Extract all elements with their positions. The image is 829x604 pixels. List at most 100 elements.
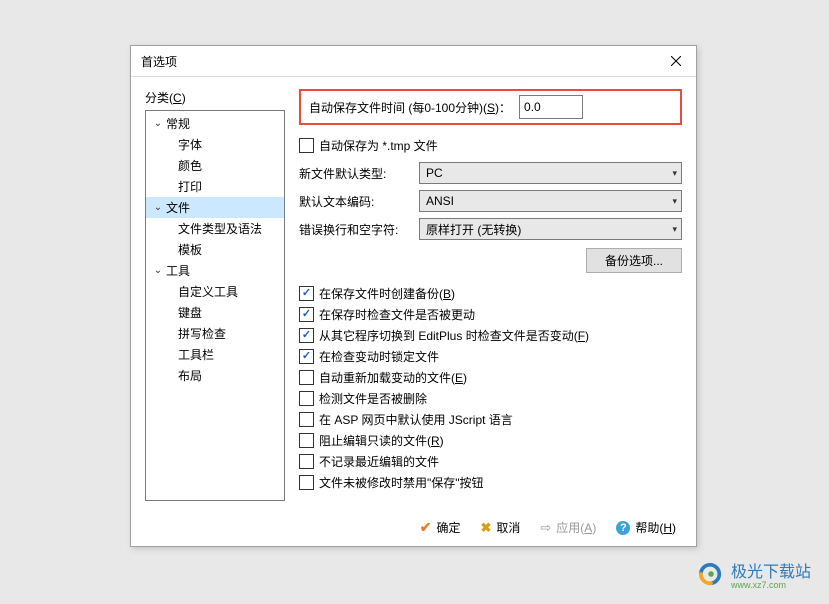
apply-button[interactable]: ⇨ 应用(A)	[540, 519, 596, 536]
wrap-select[interactable]: 原样打开 (无转换) ▾	[419, 218, 682, 240]
checkbox-label: 检测文件是否被删除	[319, 390, 427, 407]
chevron-down-icon: ▾	[672, 224, 677, 235]
chevron-down-icon[interactable]: ⌄	[152, 118, 164, 129]
tree-item-label: 模板	[178, 241, 202, 258]
checkbox-row[interactable]: 不记录最近编辑的文件	[299, 451, 682, 472]
checkbox-icon[interactable]	[299, 433, 314, 448]
tree-item[interactable]: 打印	[146, 176, 284, 197]
close-icon	[671, 56, 681, 66]
tree-item[interactable]: ⌄工具	[146, 260, 284, 281]
autosave-highlight: 自动保存文件时间 (每0-100分钟)(S)：	[299, 89, 682, 125]
tree-item[interactable]: 拼写检查	[146, 323, 284, 344]
backup-row: 备份选项...	[299, 248, 682, 273]
tree-item-label: 拼写检查	[178, 325, 226, 342]
new-file-type-row: 新文件默认类型: PC ▾	[299, 162, 682, 184]
tree-item-label: 颜色	[178, 157, 202, 174]
checkbox-icon[interactable]	[299, 138, 314, 153]
checkbox-icon[interactable]	[299, 370, 314, 385]
x-icon: ✖	[480, 520, 491, 536]
checkbox-row[interactable]: 在保存文件时创建备份(B)	[299, 283, 682, 304]
tree-item-label: 文件类型及语法	[178, 220, 262, 237]
default-encoding-label: 默认文本编码:	[299, 193, 411, 210]
checkbox-icon[interactable]	[299, 286, 314, 301]
checkbox-row[interactable]: 从其它程序切换到 EditPlus 时检查文件是否变动(F)	[299, 325, 682, 346]
checkbox-icon[interactable]	[299, 307, 314, 322]
chevron-down-icon: ▾	[672, 196, 677, 207]
backup-options-button[interactable]: 备份选项...	[586, 248, 682, 273]
autosave-tmp-label: 自动保存为 *.tmp 文件	[319, 137, 438, 154]
checkbox-label: 在保存文件时创建备份(B)	[319, 285, 455, 302]
checkbox-row[interactable]: 文件未被修改时禁用"保存"按钮	[299, 472, 682, 493]
tree-item-label: 打印	[178, 178, 202, 195]
question-icon: ?	[616, 521, 630, 535]
help-button[interactable]: ? 帮助(H)	[616, 519, 676, 536]
default-encoding-row: 默认文本编码: ANSI ▾	[299, 190, 682, 212]
tree-item[interactable]: 工具栏	[146, 344, 284, 365]
close-button[interactable]	[656, 46, 696, 76]
tree-item[interactable]: 键盘	[146, 302, 284, 323]
watermark-logo-icon	[697, 562, 725, 586]
arrow-icon: ⇨	[540, 520, 551, 536]
tree-item-label: 键盘	[178, 304, 202, 321]
checkbox-label: 从其它程序切换到 EditPlus 时检查文件是否变动(F)	[319, 327, 589, 344]
checkbox-label: 不记录最近编辑的文件	[319, 453, 439, 470]
tree-item[interactable]: 颜色	[146, 155, 284, 176]
checkbox-label: 在 ASP 网页中默认使用 JScript 语言	[319, 411, 513, 428]
checkbox-icon[interactable]	[299, 475, 314, 490]
preferences-dialog: 首选项 分类(C) ⌄常规字体颜色打印⌄文件文件类型及语法模板⌄工具自定义工具键…	[130, 45, 697, 547]
wrap-label: 错误换行和空字符:	[299, 221, 411, 238]
tree-item[interactable]: ⌄常规	[146, 113, 284, 134]
checkbox-icon[interactable]	[299, 412, 314, 427]
checkbox-row[interactable]: 在保存时检查文件是否被更动	[299, 304, 682, 325]
button-bar: ✔ 确定 ✖ 取消 ⇨ 应用(A) ? 帮助(H)	[131, 509, 696, 546]
watermark-text: 极光下载站	[731, 564, 811, 581]
checkbox-row[interactable]: 在检查变动时锁定文件	[299, 346, 682, 367]
checkbox-icon[interactable]	[299, 454, 314, 469]
autosave-label: 自动保存文件时间 (每0-100分钟)(S)：	[309, 99, 511, 116]
check-icon: ✔	[420, 519, 432, 536]
tree-item-label: 常规	[166, 115, 190, 132]
default-encoding-select[interactable]: ANSI ▾	[419, 190, 682, 212]
chevron-down-icon[interactable]: ⌄	[152, 265, 164, 276]
chevron-down-icon: ▾	[672, 168, 677, 179]
checkbox-label: 在保存时检查文件是否被更动	[319, 306, 475, 323]
tree-item-label: 字体	[178, 136, 202, 153]
titlebar: 首选项	[131, 46, 696, 77]
checkbox-row[interactable]: 在 ASP 网页中默认使用 JScript 语言	[299, 409, 682, 430]
tree-item[interactable]: 自定义工具	[146, 281, 284, 302]
tree-item-label: 自定义工具	[178, 283, 238, 300]
cancel-button[interactable]: ✖ 取消	[480, 519, 520, 536]
checkbox-label: 在检查变动时锁定文件	[319, 348, 439, 365]
dialog-title: 首选项	[141, 53, 177, 70]
checkbox-list: 在保存文件时创建备份(B) 在保存时检查文件是否被更动从其它程序切换到 EditP…	[299, 283, 682, 493]
content-panel: 自动保存文件时间 (每0-100分钟)(S)： 自动保存为 *.tmp 文件 新…	[299, 89, 682, 501]
autosave-input[interactable]	[519, 95, 583, 119]
tree-item[interactable]: 模板	[146, 239, 284, 260]
sidebar-label: 分类(C)	[145, 89, 285, 106]
watermark: 极光下载站 www.xz7.com	[697, 558, 811, 590]
autosave-tmp-row[interactable]: 自动保存为 *.tmp 文件	[299, 135, 682, 156]
checkbox-icon[interactable]	[299, 349, 314, 364]
dialog-body: 分类(C) ⌄常规字体颜色打印⌄文件文件类型及语法模板⌄工具自定义工具键盘拼写检…	[131, 77, 696, 509]
checkbox-icon[interactable]	[299, 328, 314, 343]
tree-item-label: 工具	[166, 262, 190, 279]
checkbox-row[interactable]: 自动重新加载变动的文件(E)	[299, 367, 682, 388]
tree-item[interactable]: ⌄文件	[146, 197, 284, 218]
tree-item[interactable]: 文件类型及语法	[146, 218, 284, 239]
new-file-type-label: 新文件默认类型:	[299, 165, 411, 182]
watermark-sub: www.xz7.com	[731, 580, 811, 590]
tree-item[interactable]: 布局	[146, 365, 284, 386]
tree-item[interactable]: 字体	[146, 134, 284, 155]
checkbox-label: 文件未被修改时禁用"保存"按钮	[319, 474, 484, 491]
tree-item-label: 文件	[166, 199, 190, 216]
checkbox-row[interactable]: 阻止编辑只读的文件(R)	[299, 430, 682, 451]
tree-item-label: 布局	[178, 367, 202, 384]
wrap-row: 错误换行和空字符: 原样打开 (无转换) ▾	[299, 218, 682, 240]
ok-button[interactable]: ✔ 确定	[420, 519, 461, 536]
checkbox-row[interactable]: 检测文件是否被删除	[299, 388, 682, 409]
checkbox-icon[interactable]	[299, 391, 314, 406]
category-tree[interactable]: ⌄常规字体颜色打印⌄文件文件类型及语法模板⌄工具自定义工具键盘拼写检查工具栏布局	[145, 110, 285, 501]
new-file-type-select[interactable]: PC ▾	[419, 162, 682, 184]
chevron-down-icon[interactable]: ⌄	[152, 202, 164, 213]
sidebar: 分类(C) ⌄常规字体颜色打印⌄文件文件类型及语法模板⌄工具自定义工具键盘拼写检…	[145, 89, 285, 501]
